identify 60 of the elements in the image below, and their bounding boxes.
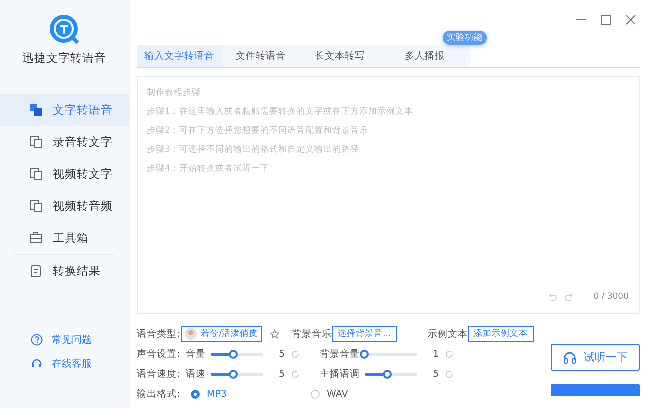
close-icon[interactable] xyxy=(625,14,637,26)
slider-value: 5 xyxy=(432,368,439,380)
clipboard-icon xyxy=(29,264,43,278)
maximize-icon[interactable] xyxy=(600,14,612,26)
placeholder-text: 步骤4：开始转换或者试听一下 xyxy=(147,163,270,176)
tab[interactable]: 输入文字转语音 xyxy=(137,45,222,67)
slider-label: 主播语调 xyxy=(320,368,360,380)
logo-icon xyxy=(50,15,80,45)
video-file-icon xyxy=(29,167,43,181)
speech-speed-label: 语音速度: xyxy=(137,368,182,380)
output-format-label: 输出格式: xyxy=(137,388,182,400)
sample-text-label: 示例文本 xyxy=(428,328,468,340)
radio-button[interactable] xyxy=(191,390,200,398)
voice-type-label: 语音类型: xyxy=(137,328,182,340)
character-counter: 0 / 3000 xyxy=(594,292,629,302)
placeholder-text: 步骤2：可在下方选择您想要的不同语音配置和背景音乐 xyxy=(147,125,370,138)
tab[interactable]: 多人播报 xyxy=(380,45,470,67)
headphones-icon xyxy=(563,351,577,364)
slider-label: 背景音量 xyxy=(320,348,360,360)
placeholder-text: 步骤3：可选择不同的输出的格式和自定义输出的路径 xyxy=(147,144,360,157)
footer-link[interactable]: 在线客服 xyxy=(0,352,129,376)
radio-button[interactable] xyxy=(311,390,320,398)
slider-thumb[interactable] xyxy=(229,350,238,358)
help-icon xyxy=(31,334,43,346)
slider-thumb[interactable] xyxy=(229,370,238,378)
toolbox-icon xyxy=(29,231,43,245)
format-label: WAV xyxy=(327,388,348,400)
background-music-button[interactable]: 选择背景音... xyxy=(332,326,398,342)
format-label: MP3 xyxy=(207,388,227,400)
slider-label: 语速 xyxy=(186,368,206,380)
placeholder-text: 步骤1：在这里输入或者粘贴需要转换的文字或在下方添加示例文本 xyxy=(147,106,414,119)
video-audio-icon xyxy=(29,199,43,213)
add-sample-button[interactable]: 添加示例文本 xyxy=(468,326,534,342)
tab[interactable]: 长文本转写 xyxy=(300,45,380,67)
sidebar-item[interactable]: 录音转文字 xyxy=(0,126,129,158)
app-name: 迅捷文字转语音 xyxy=(22,51,106,66)
slider-value: 5 xyxy=(278,368,285,380)
slider-thumb[interactable] xyxy=(360,350,369,358)
slider-label: 音量 xyxy=(186,348,206,360)
headset-icon xyxy=(31,358,43,370)
tab[interactable]: 文件转语音 xyxy=(222,45,300,67)
sidebar-item[interactable]: 视频转文字 xyxy=(0,158,129,190)
sidebar-item[interactable]: 转换结果 xyxy=(0,255,129,287)
sound-settings-label: 声音设置: xyxy=(137,348,182,360)
placeholder-text: 制作教程步骤 xyxy=(147,87,202,100)
voice-select-button[interactable]: 若兮/活泼俏皮 xyxy=(181,326,262,342)
translate-icon xyxy=(29,103,43,117)
footer-link[interactable]: 常见问题 xyxy=(0,328,129,352)
slider-value: 1 xyxy=(432,348,439,360)
avatar-icon xyxy=(185,328,198,340)
star-icon[interactable] xyxy=(270,328,280,340)
sidebar-item[interactable]: 工具箱 xyxy=(0,222,129,254)
sidebar-item[interactable]: 视频转音频 xyxy=(0,190,129,222)
listen-button[interactable]: 试听一下 xyxy=(551,344,640,371)
sidebar-item[interactable]: 文字转语音 xyxy=(0,94,129,126)
slider-thumb[interactable] xyxy=(383,370,392,378)
audio-file-icon xyxy=(29,135,43,149)
feature-badge: 实验功能 xyxy=(443,31,487,45)
slider-value: 5 xyxy=(278,348,285,360)
background-music-label: 背景音乐 xyxy=(292,328,332,340)
